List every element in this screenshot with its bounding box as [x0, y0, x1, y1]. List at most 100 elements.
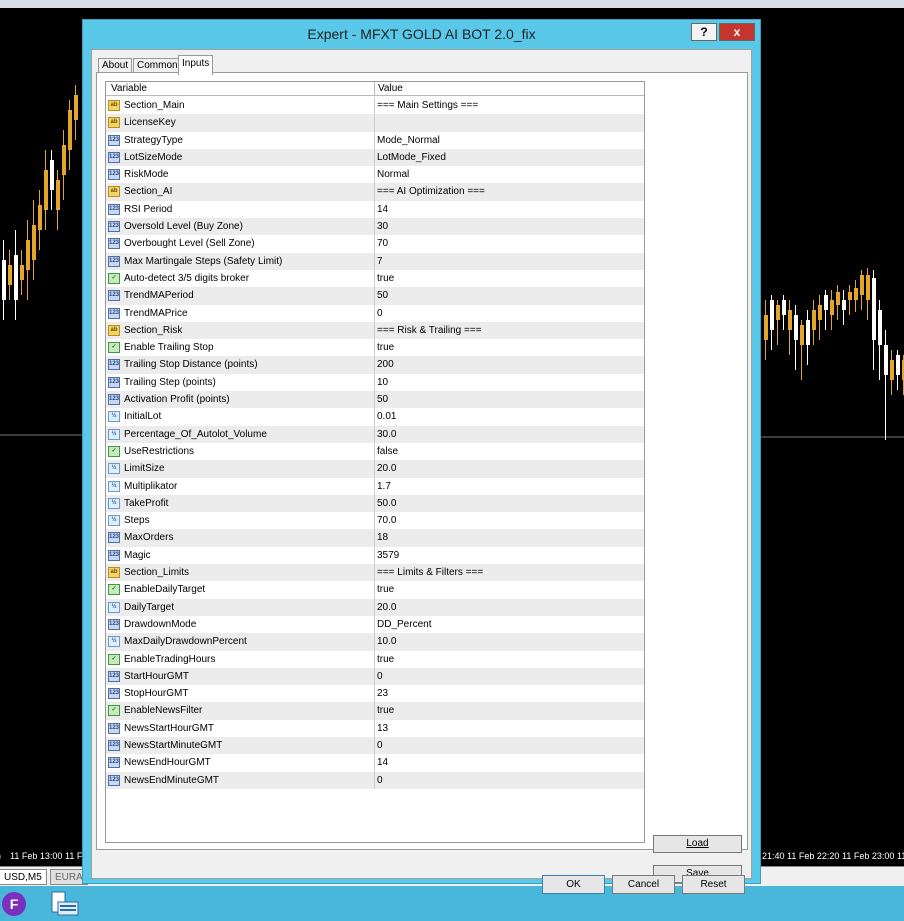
- input-row[interactable]: ✓ EnableNewsFilter true: [106, 702, 644, 720]
- input-row[interactable]: 123 Trailing Step (points) 10: [106, 373, 644, 392]
- input-value[interactable]: 0.01: [377, 408, 396, 425]
- input-row[interactable]: ab Section_Risk === Risk & Trailing ===: [106, 321, 644, 340]
- input-value[interactable]: 18: [377, 529, 388, 546]
- input-value[interactable]: 20.0: [377, 599, 396, 616]
- input-row[interactable]: 123 NewsStartMinuteGMT 0: [106, 736, 644, 755]
- input-value[interactable]: true: [377, 581, 394, 598]
- close-button[interactable]: x: [719, 23, 755, 41]
- input-row[interactable]: ✓ UseRestrictions false: [106, 442, 644, 461]
- input-row[interactable]: ✓ Enable Trailing Stop true: [106, 339, 644, 357]
- input-value[interactable]: LotMode_Fixed: [377, 149, 446, 166]
- input-value[interactable]: 20.0: [377, 460, 396, 477]
- input-value[interactable]: false: [377, 443, 398, 460]
- input-row[interactable]: ½ Multiplikator 1.7: [106, 477, 644, 495]
- input-row[interactable]: 123 Magic 3579: [106, 546, 644, 565]
- input-row[interactable]: 123 NewsStartHourGMT 13: [106, 719, 644, 737]
- input-row[interactable]: 123 MaxOrders 18: [106, 529, 644, 547]
- dialog-body: About Common Inputs Variable Value ab Sec…: [91, 49, 752, 894]
- input-row[interactable]: 123 LotSizeMode LotMode_Fixed: [106, 148, 644, 167]
- inputs-grid[interactable]: Variable Value ab Section_Main === Main Se…: [105, 81, 645, 843]
- input-row[interactable]: ½ DailyTarget 20.0: [106, 598, 644, 616]
- input-row[interactable]: 123 RSI Period 14: [106, 200, 644, 219]
- column-divider[interactable]: [374, 82, 375, 96]
- input-row[interactable]: ✓ Auto-detect 3/5 digits broker true: [106, 269, 644, 288]
- input-row[interactable]: 123 DrawdownMode DD_Percent: [106, 615, 644, 634]
- double-type-icon: ½: [108, 601, 120, 613]
- input-row[interactable]: 123 StartHourGMT 0: [106, 667, 644, 686]
- candle-body: [764, 315, 768, 340]
- input-value[interactable]: true: [377, 702, 394, 719]
- column-header-variable[interactable]: Variable: [111, 83, 147, 94]
- symbol-tab[interactable]: USD,M5: [0, 869, 47, 885]
- input-row[interactable]: ½ TakeProfit 50.0: [106, 494, 644, 513]
- input-value[interactable]: 50: [377, 391, 388, 408]
- input-value[interactable]: 70: [377, 235, 388, 252]
- ok-button[interactable]: OK: [542, 875, 605, 894]
- input-value[interactable]: 30.0: [377, 426, 396, 443]
- input-value[interactable]: true: [377, 270, 394, 287]
- input-row[interactable]: 123 Trailing Stop Distance (points) 200: [106, 356, 644, 374]
- input-value[interactable]: 30: [377, 218, 388, 235]
- input-row[interactable]: ✓ EnableTradingHours true: [106, 650, 644, 668]
- input-value[interactable]: 10.0: [377, 633, 396, 650]
- input-value[interactable]: 14: [377, 754, 388, 771]
- input-row[interactable]: 123 StopHourGMT 23: [106, 685, 644, 703]
- reset-button[interactable]: Reset: [682, 875, 745, 894]
- input-value[interactable]: Normal: [377, 166, 409, 183]
- input-value[interactable]: === AI Optimization ===: [377, 183, 485, 200]
- input-row[interactable]: 123 Oversold Level (Buy Zone) 30: [106, 218, 644, 236]
- input-row[interactable]: ab LicenseKey: [106, 114, 644, 132]
- input-row[interactable]: ab Section_AI === AI Optimization ===: [106, 183, 644, 201]
- input-row[interactable]: 123 NewsEndMinuteGMT 0: [106, 771, 644, 789]
- input-value[interactable]: 0: [377, 737, 383, 754]
- input-value[interactable]: 13: [377, 720, 388, 737]
- input-row[interactable]: ab Section_Limits === Limits & Filters ===: [106, 564, 644, 582]
- input-value[interactable]: 0: [377, 772, 383, 789]
- input-row[interactable]: ✓ EnableDailyTarget true: [106, 581, 644, 599]
- candle-body: [62, 145, 66, 175]
- terminal-app-icon[interactable]: [50, 890, 80, 918]
- input-value[interactable]: === Risk & Trailing ===: [377, 322, 482, 339]
- input-row[interactable]: 123 TrendMAPeriod 50: [106, 287, 644, 305]
- input-value[interactable]: 70.0: [377, 512, 396, 529]
- input-value[interactable]: 50.0: [377, 495, 396, 512]
- input-row[interactable]: ½ MaxDailyDrawdownPercent 10.0: [106, 633, 644, 651]
- input-value[interactable]: === Main Settings ===: [377, 97, 478, 114]
- input-value[interactable]: 1.7: [377, 478, 391, 495]
- input-value[interactable]: DD_Percent: [377, 616, 431, 633]
- input-value[interactable]: Mode_Normal: [377, 132, 440, 149]
- input-value[interactable]: 14: [377, 201, 388, 218]
- input-value[interactable]: 10: [377, 374, 388, 391]
- input-row[interactable]: ab Section_Main === Main Settings ===: [106, 97, 644, 115]
- input-row[interactable]: 123 NewsEndHourGMT 14: [106, 754, 644, 772]
- input-value[interactable]: 200: [377, 356, 394, 373]
- input-value[interactable]: 7: [377, 253, 383, 270]
- input-value[interactable]: === Limits & Filters ===: [377, 564, 483, 581]
- input-row[interactable]: 123 Max Martingale Steps (Safety Limit) 7: [106, 252, 644, 270]
- load-button[interactable]: Load: [653, 835, 742, 853]
- input-value[interactable]: true: [377, 339, 394, 356]
- input-row[interactable]: 123 Activation Profit (points) 50: [106, 391, 644, 409]
- input-value[interactable]: 3579: [377, 547, 399, 564]
- input-row[interactable]: 123 StrategyType Mode_Normal: [106, 131, 644, 149]
- input-row[interactable]: ½ InitialLot 0.01: [106, 408, 644, 426]
- app-logo-icon[interactable]: F: [2, 892, 26, 916]
- input-value[interactable]: 23: [377, 685, 388, 702]
- tab-inputs[interactable]: Inputs: [178, 55, 214, 75]
- input-row[interactable]: ½ Steps 70.0: [106, 512, 644, 530]
- string-type-icon: ab: [108, 567, 120, 579]
- input-value[interactable]: 0: [377, 668, 383, 685]
- input-value[interactable]: 0: [377, 305, 383, 322]
- double-type-icon: ½: [108, 636, 120, 648]
- integer-type-icon: 123: [108, 290, 120, 302]
- input-row[interactable]: 123 Overbought Level (Sell Zone) 70: [106, 235, 644, 253]
- input-row[interactable]: 123 RiskMode Normal: [106, 166, 644, 184]
- column-header-value[interactable]: Value: [378, 83, 403, 94]
- input-row[interactable]: 123 TrendMAPrice 0: [106, 304, 644, 322]
- input-row[interactable]: ½ Percentage_Of_Autolot_Volume 30.0: [106, 425, 644, 443]
- input-value[interactable]: true: [377, 651, 394, 668]
- input-row[interactable]: ½ LimitSize 20.0: [106, 460, 644, 478]
- input-value[interactable]: 50: [377, 287, 388, 304]
- cancel-button[interactable]: Cancel: [612, 875, 675, 894]
- help-button[interactable]: ?: [691, 23, 717, 41]
